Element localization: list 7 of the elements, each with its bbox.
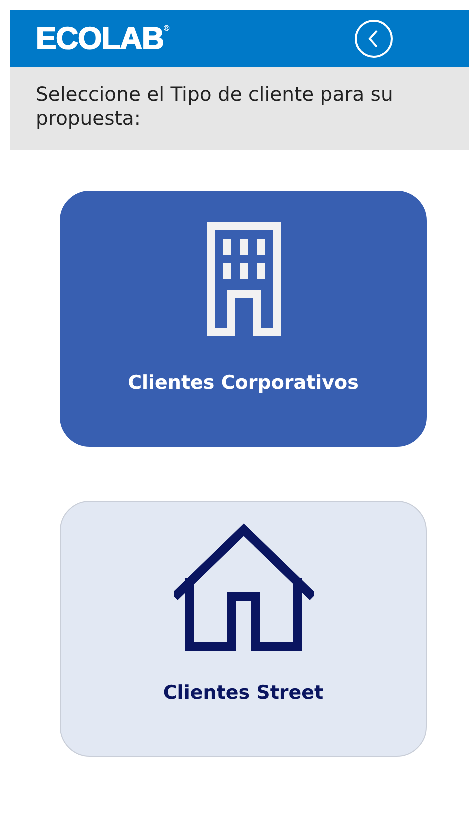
prompt-text: Seleccione el Tipo de cliente para su propuesta: xyxy=(36,83,394,131)
client-type-card[interactable]: Clientes Street xyxy=(60,501,427,757)
building-icon xyxy=(206,222,280,336)
house-icon xyxy=(174,522,314,652)
logo: ECOLAB$^{®}$ xyxy=(36,23,170,54)
client-type-card[interactable]: Clientes Corporativos xyxy=(60,191,427,447)
back-button[interactable] xyxy=(355,20,393,58)
